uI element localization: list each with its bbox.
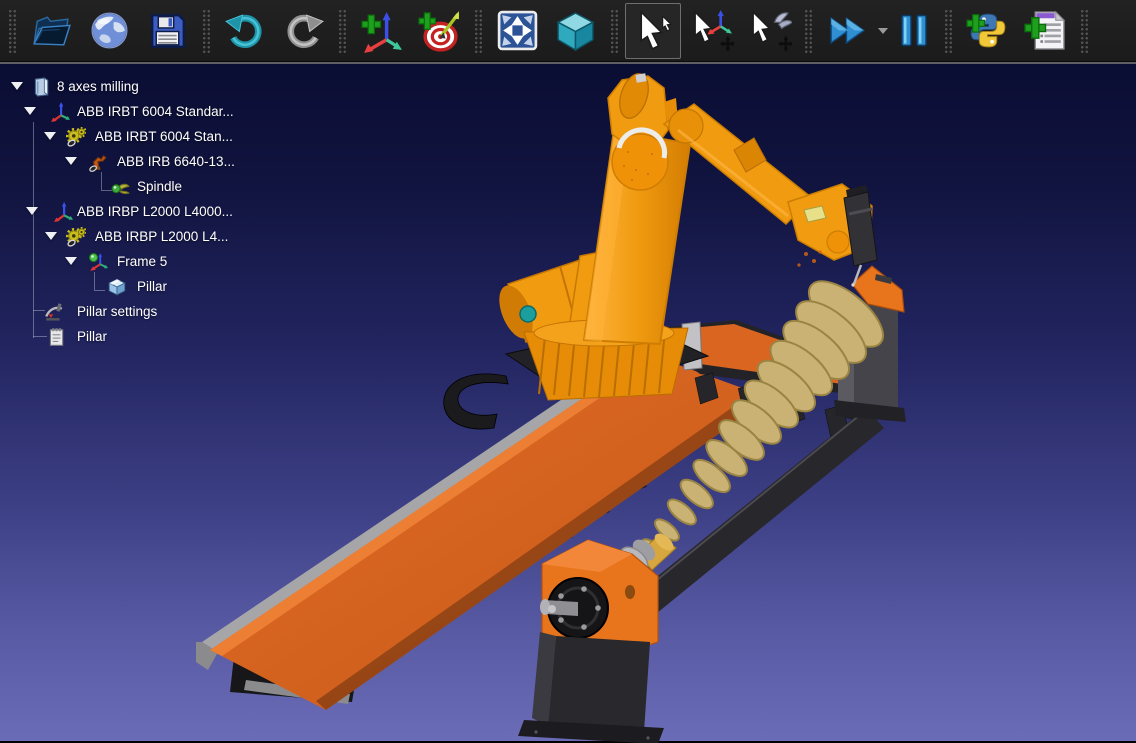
toolbar-grip[interactable] [803,8,813,54]
counterweight-cap [520,306,536,322]
machining-settings-icon [44,302,64,322]
add-post-processor-button[interactable] [1017,3,1073,59]
toolbar-grip[interactable] [337,8,347,54]
tree-item-label[interactable]: 8 axes milling [57,79,139,94]
plus-target-icon [417,8,462,53]
expander-icon[interactable] [65,157,77,165]
reference-frame-icon [50,102,70,122]
folder-open-icon [29,8,74,53]
tree-item-label[interactable]: ABB IRBT 6004 Standar... [77,104,234,119]
tree-item-irbp-mechanism[interactable]: ABB IRBP L2000 L4... [0,225,330,249]
fit-view-icon [495,8,540,53]
positioner-headstock[interactable] [518,536,664,743]
tree-item-robot[interactable]: ABB IRB 6640-13... [0,150,330,174]
main-toolbar [0,0,1136,62]
select-button[interactable] [625,3,681,59]
undo-button[interactable] [217,3,273,59]
plus-frame-icon [359,8,404,53]
tree-item-label[interactable]: ABB IRBP L2000 L4... [95,229,228,244]
tree-item-label[interactable]: Pillar settings [77,304,157,319]
tree-item-label[interactable]: Spindle [137,179,182,194]
tree-item-label[interactable]: Pillar [77,329,107,344]
move-cross [780,39,790,49]
move-tool-button[interactable] [741,3,797,59]
robot-icon [88,152,108,172]
redo-button[interactable] [275,3,331,59]
expander-icon[interactable] [44,132,56,140]
fast-simulation-dropdown[interactable] [876,3,890,59]
move-reference-button[interactable] [683,3,739,59]
tree-item-irbt-mechanism[interactable]: ABB IRBT 6004 Stan... [0,125,330,149]
track-irbt6004[interactable] [196,348,770,710]
cursor-icon [631,8,676,53]
tool-icon [110,177,130,197]
program-icon [46,327,66,347]
cursor-tool-move-icon [747,8,792,53]
floppy-disk-icon [145,8,190,53]
tree-item-station[interactable]: 8 axes milling [0,75,330,99]
fit-all-button[interactable] [489,3,545,59]
station-icon [31,77,51,97]
python-plus-icon [965,8,1010,53]
expander-icon[interactable] [45,232,57,240]
toolbar-grip[interactable] [201,8,211,54]
globe-icon [87,8,132,53]
expander-icon[interactable] [11,82,23,90]
add-python-program-button[interactable] [959,3,1015,59]
frame-ball-icon [88,252,108,272]
expander-icon[interactable] [65,257,77,265]
3d-viewport[interactable]: 8 axes milling ABB IRBT 6004 Standar... [0,62,1136,741]
open-online-library-button[interactable] [81,3,137,59]
save-station-button[interactable] [139,3,195,59]
cable-chain[interactable] [444,374,508,429]
milling-debris [797,250,821,266]
mechanism-icon [66,127,86,147]
tree-item-pillar-program[interactable]: Pillar [0,325,330,349]
move-cross [722,39,732,49]
tree-item-frame5[interactable]: Frame 5 [0,250,330,274]
toolbar-grip[interactable] [7,8,17,54]
fast-simulation-button[interactable] [819,3,875,59]
tree-item-pillar-object[interactable]: Pillar [0,275,330,299]
expander-icon[interactable] [24,107,36,115]
redo-arrow-icon [281,8,326,53]
fast-forward-icon [825,8,870,53]
toolbar-grip[interactable] [473,8,483,54]
tree-item-pillar-settings[interactable]: Pillar settings [0,300,330,324]
object-cube-icon [107,277,127,297]
add-reference-frame-button[interactable] [353,3,409,59]
open-file-button[interactable] [23,3,79,59]
station-tree: 8 axes milling ABB IRBT 6004 Standar... [0,64,330,364]
toolbar-grip[interactable] [943,8,953,54]
tree-item-label[interactable]: ABB IRB 6640-13... [117,154,235,169]
tree-item-label[interactable]: ABB IRBP L2000 L4000... [77,204,233,219]
cursor-frame-move-icon [689,8,734,53]
tree-item-irbt-frame[interactable]: ABB IRBT 6004 Standar... [0,100,330,124]
add-target-button[interactable] [411,3,467,59]
tree-item-label[interactable]: ABB IRBT 6004 Stan... [95,129,233,144]
isometric-view-button[interactable] [547,3,603,59]
document-plus-icon [1023,8,1068,53]
pause-simulation-button[interactable] [891,3,937,59]
pause-icon [892,8,936,53]
tree-item-label[interactable]: Pillar [137,279,167,294]
toolbar-grip[interactable] [609,8,619,54]
reference-frame-icon [53,202,73,222]
tree-item-label[interactable]: Frame 5 [117,254,167,269]
tree-item-spindle[interactable]: Spindle [0,175,330,199]
mechanism-icon [66,227,86,247]
undo-arrow-icon [223,8,268,53]
cube-icon [553,8,598,53]
tree-item-irbp-frame[interactable]: ABB IRBP L2000 L4000... [0,200,330,224]
toolbar-grip[interactable] [1079,8,1089,54]
expander-icon[interactable] [26,207,38,215]
